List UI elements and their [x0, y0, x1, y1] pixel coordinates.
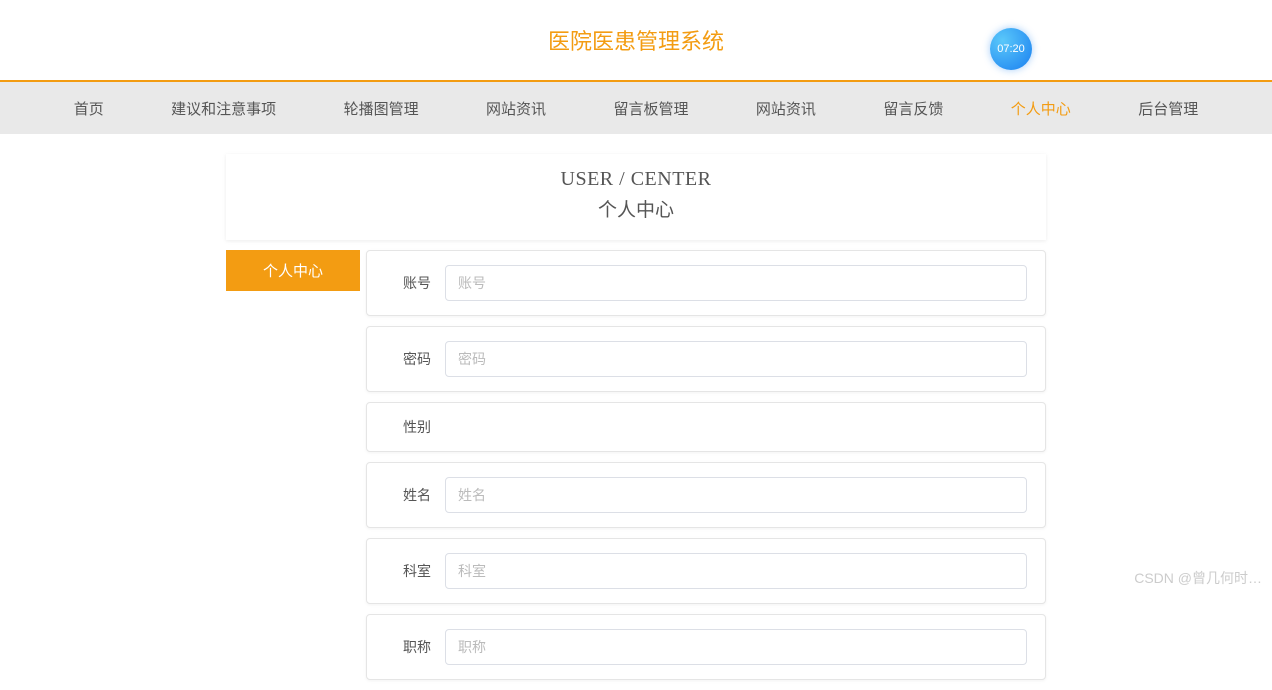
label-name: 姓名	[385, 485, 445, 505]
form-row-account: 账号	[366, 250, 1046, 316]
page-header-en: USER / CENTER	[226, 168, 1046, 191]
watermark: CSDN @曾几何时…	[1134, 568, 1262, 588]
clock-badge: 07:20	[990, 28, 1032, 70]
sidebar-item-user-center[interactable]: 个人中心	[226, 250, 360, 291]
site-title: 医院医患管理系统	[548, 24, 724, 56]
label-account: 账号	[385, 273, 445, 293]
label-title: 职称	[385, 637, 445, 657]
input-password[interactable]	[445, 341, 1027, 377]
page-header: USER / CENTER 个人中心	[226, 154, 1046, 240]
form-row-password: 密码	[366, 326, 1046, 392]
nav-user-center[interactable]: 个人中心	[1001, 90, 1081, 127]
form-row-name: 姓名	[366, 462, 1046, 528]
input-account[interactable]	[445, 265, 1027, 301]
input-department[interactable]	[445, 553, 1027, 589]
form-row-title: 职称	[366, 614, 1046, 680]
page-header-cn: 个人中心	[226, 195, 1046, 222]
nav-site-info-2[interactable]: 网站资讯	[746, 90, 826, 127]
nav-home[interactable]: 首页	[64, 90, 114, 127]
input-title[interactable]	[445, 629, 1027, 665]
nav-carousel[interactable]: 轮播图管理	[334, 90, 429, 127]
nav-site-info-1[interactable]: 网站资讯	[476, 90, 556, 127]
nav-admin[interactable]: 后台管理	[1128, 90, 1208, 127]
nav-suggestions[interactable]: 建议和注意事项	[161, 90, 286, 127]
label-password: 密码	[385, 349, 445, 369]
input-name[interactable]	[445, 477, 1027, 513]
label-department: 科室	[385, 561, 445, 581]
main-nav: 首页 建议和注意事项 轮播图管理 网站资讯 留言板管理 网站资讯 留言反馈 个人…	[0, 80, 1272, 134]
nav-message-board[interactable]: 留言板管理	[603, 90, 698, 127]
nav-feedback[interactable]: 留言反馈	[873, 90, 953, 127]
sidebar: 个人中心	[226, 250, 360, 690]
form-area: 账号 密码 性别 姓名 科室 职称	[360, 250, 1046, 690]
header: 医院医患管理系统 07:20	[0, 0, 1272, 80]
form-row-gender: 性别	[366, 402, 1046, 452]
label-gender: 性别	[385, 417, 445, 437]
form-row-department: 科室	[366, 538, 1046, 604]
content: 个人中心 账号 密码 性别 姓名 科室 职称	[226, 250, 1046, 690]
